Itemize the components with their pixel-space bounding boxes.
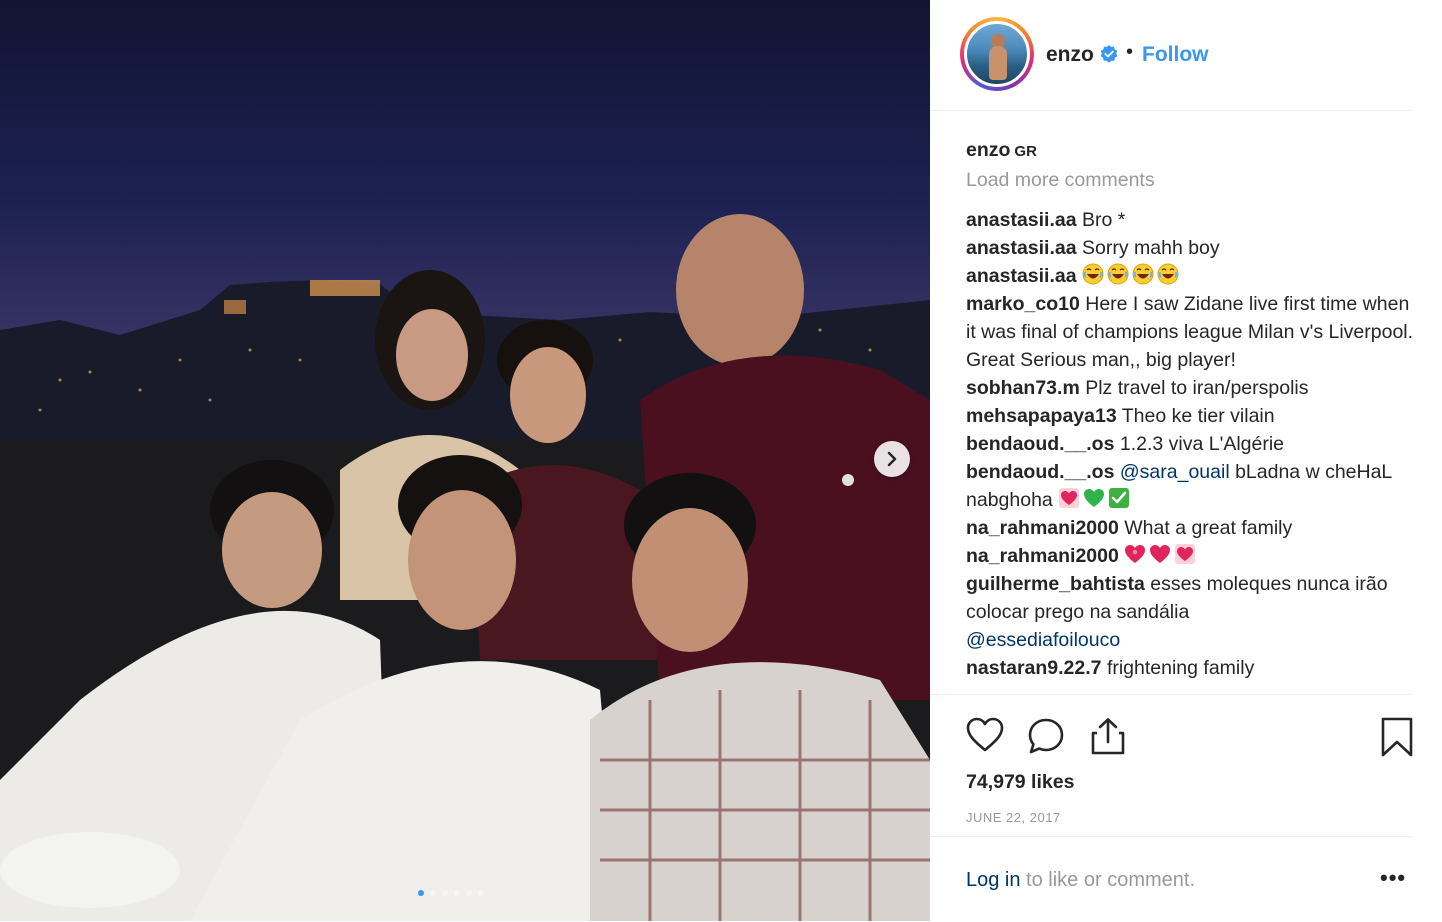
green-heart-emoji-icon xyxy=(1084,489,1105,507)
comment-username[interactable]: bendaoud.__.os xyxy=(966,433,1114,455)
header-username[interactable]: enzo xyxy=(1046,43,1094,67)
carousel-indicator xyxy=(418,890,484,896)
story-ring[interactable] xyxy=(960,17,1034,91)
check-mark-emoji-icon xyxy=(1109,488,1130,508)
sparkling-heart-emoji-icon xyxy=(1059,488,1080,508)
more-options-icon[interactable]: ••• xyxy=(1380,865,1406,891)
next-image-button[interactable] xyxy=(874,441,910,477)
action-bar: 74,979 likes JUNE 22, 2017 xyxy=(930,694,1414,837)
comment-row: guilherme_bahtista esses moleques nunca … xyxy=(966,570,1418,626)
photo-scene xyxy=(0,214,930,921)
comment-row: nastaran9.22.7 frightening family xyxy=(966,654,1418,682)
login-prompt: Log in to like or comment. xyxy=(966,869,1195,892)
avatar-body xyxy=(989,46,1007,80)
comment-text: frightening family xyxy=(1106,657,1255,679)
comment-username[interactable]: mehsapapaya13 xyxy=(966,405,1117,427)
comments-list[interactable]: enzo GR Load more comments anastasii.aa B… xyxy=(966,120,1418,694)
laughing-face-emoji-icon xyxy=(1082,263,1104,285)
comment-username[interactable]: guilherme_bahtista xyxy=(966,573,1145,595)
comment-row: bendaoud.__.os 1.2.3 viva L'Algérie xyxy=(966,430,1418,458)
login-link[interactable]: Log in xyxy=(966,869,1021,891)
comment-username[interactable]: nastaran9.22.7 xyxy=(966,657,1102,679)
login-prompt-text: to like or comment. xyxy=(1020,869,1196,891)
post-date[interactable]: JUNE 22, 2017 xyxy=(966,810,1061,825)
caption-text: GR xyxy=(1014,143,1037,160)
comment-mention[interactable]: @essediafoilouco xyxy=(966,629,1120,651)
comment-row: anastasii.aa Sorry mahh boy xyxy=(966,234,1418,262)
sparkling-heart-emoji-icon xyxy=(1175,544,1196,564)
carousel-dot xyxy=(418,890,424,896)
laughing-face-emoji-icon xyxy=(1107,263,1129,285)
load-more-comments-button[interactable]: Load more comments xyxy=(966,166,1418,194)
comment-mention[interactable]: @sara_ouail xyxy=(1120,461,1230,483)
comment-username[interactable]: anastasii.aa xyxy=(966,209,1077,231)
comment-text: 1.2.3 viva L'Algérie xyxy=(1119,433,1285,455)
comment-username[interactable]: anastasii.aa xyxy=(966,237,1077,259)
comment-row: bendaoud.__.os @sara_ouail bLadna w cheH… xyxy=(966,458,1418,514)
carousel-dot xyxy=(466,890,472,896)
comment-username[interactable]: anastasii.aa xyxy=(966,265,1077,287)
follow-button[interactable]: Follow xyxy=(1142,43,1209,67)
verified-badge-icon xyxy=(1100,45,1118,63)
post-header: enzo • Follow xyxy=(930,0,1412,111)
like-count[interactable]: 74,979 likes xyxy=(966,771,1074,794)
comment-row: na_rahmani2000 xyxy=(966,542,1418,570)
comment-username[interactable]: bendaoud.__.os xyxy=(966,461,1114,483)
laughing-face-emoji-icon xyxy=(1157,263,1179,285)
comment-footer: Log in to like or comment. ••• xyxy=(930,836,1412,922)
comment-thread: anastasii.aa Bro * anastasii.aa Sorry mah… xyxy=(966,206,1418,682)
header-separator: • xyxy=(1126,41,1134,63)
heart-exclamation-emoji-icon xyxy=(1125,545,1146,563)
caption: enzo GR xyxy=(966,136,1418,166)
comment-text: Plz travel to iran/perspolis xyxy=(1085,377,1309,399)
comment-row: anastasii.aa xyxy=(966,262,1418,290)
carousel-dot xyxy=(430,890,436,896)
comment-row: sobhan73.m Plz travel to iran/perspolis xyxy=(966,374,1418,402)
caption-username[interactable]: enzo xyxy=(966,139,1010,161)
comment-username[interactable]: sobhan73.m xyxy=(966,377,1080,399)
avatar[interactable] xyxy=(964,21,1030,87)
comment-row: mehsapapaya13 Theo ke tier vilain xyxy=(966,402,1418,430)
comment-username[interactable]: na_rahmani2000 xyxy=(966,517,1119,539)
carousel-dot xyxy=(442,890,448,896)
red-heart-emoji-icon xyxy=(1150,545,1171,563)
comment-row: @essediafoilouco xyxy=(966,626,1418,654)
comment-username[interactable]: na_rahmani2000 xyxy=(966,545,1119,567)
carousel-dot xyxy=(454,890,460,896)
share-icon[interactable] xyxy=(1089,717,1127,755)
carousel-dot xyxy=(478,890,484,896)
laughing-face-emoji-icon xyxy=(1132,263,1154,285)
post-sidebar: enzo • Follow enzo GR Load more comments … xyxy=(930,0,1442,921)
comment-row: marko_co10 Here I saw Zidane live first … xyxy=(966,290,1418,374)
bookmark-icon[interactable] xyxy=(1380,717,1414,757)
post-photo[interactable] xyxy=(0,0,930,921)
comment-text: Bro * xyxy=(1082,209,1126,231)
comment-username[interactable]: marko_co10 xyxy=(966,293,1080,315)
comment-row: na_rahmani2000 What a great family xyxy=(966,514,1418,542)
comment-text: Theo ke tier vilain xyxy=(1121,405,1275,427)
heart-icon[interactable] xyxy=(966,717,1004,753)
comment-icon[interactable] xyxy=(1027,717,1065,755)
chevron-right-icon xyxy=(887,451,897,467)
comment-row: anastasii.aa Bro * xyxy=(966,206,1418,234)
comment-text: What a great family xyxy=(1124,517,1293,539)
comment-text: Sorry mahh boy xyxy=(1082,237,1220,259)
